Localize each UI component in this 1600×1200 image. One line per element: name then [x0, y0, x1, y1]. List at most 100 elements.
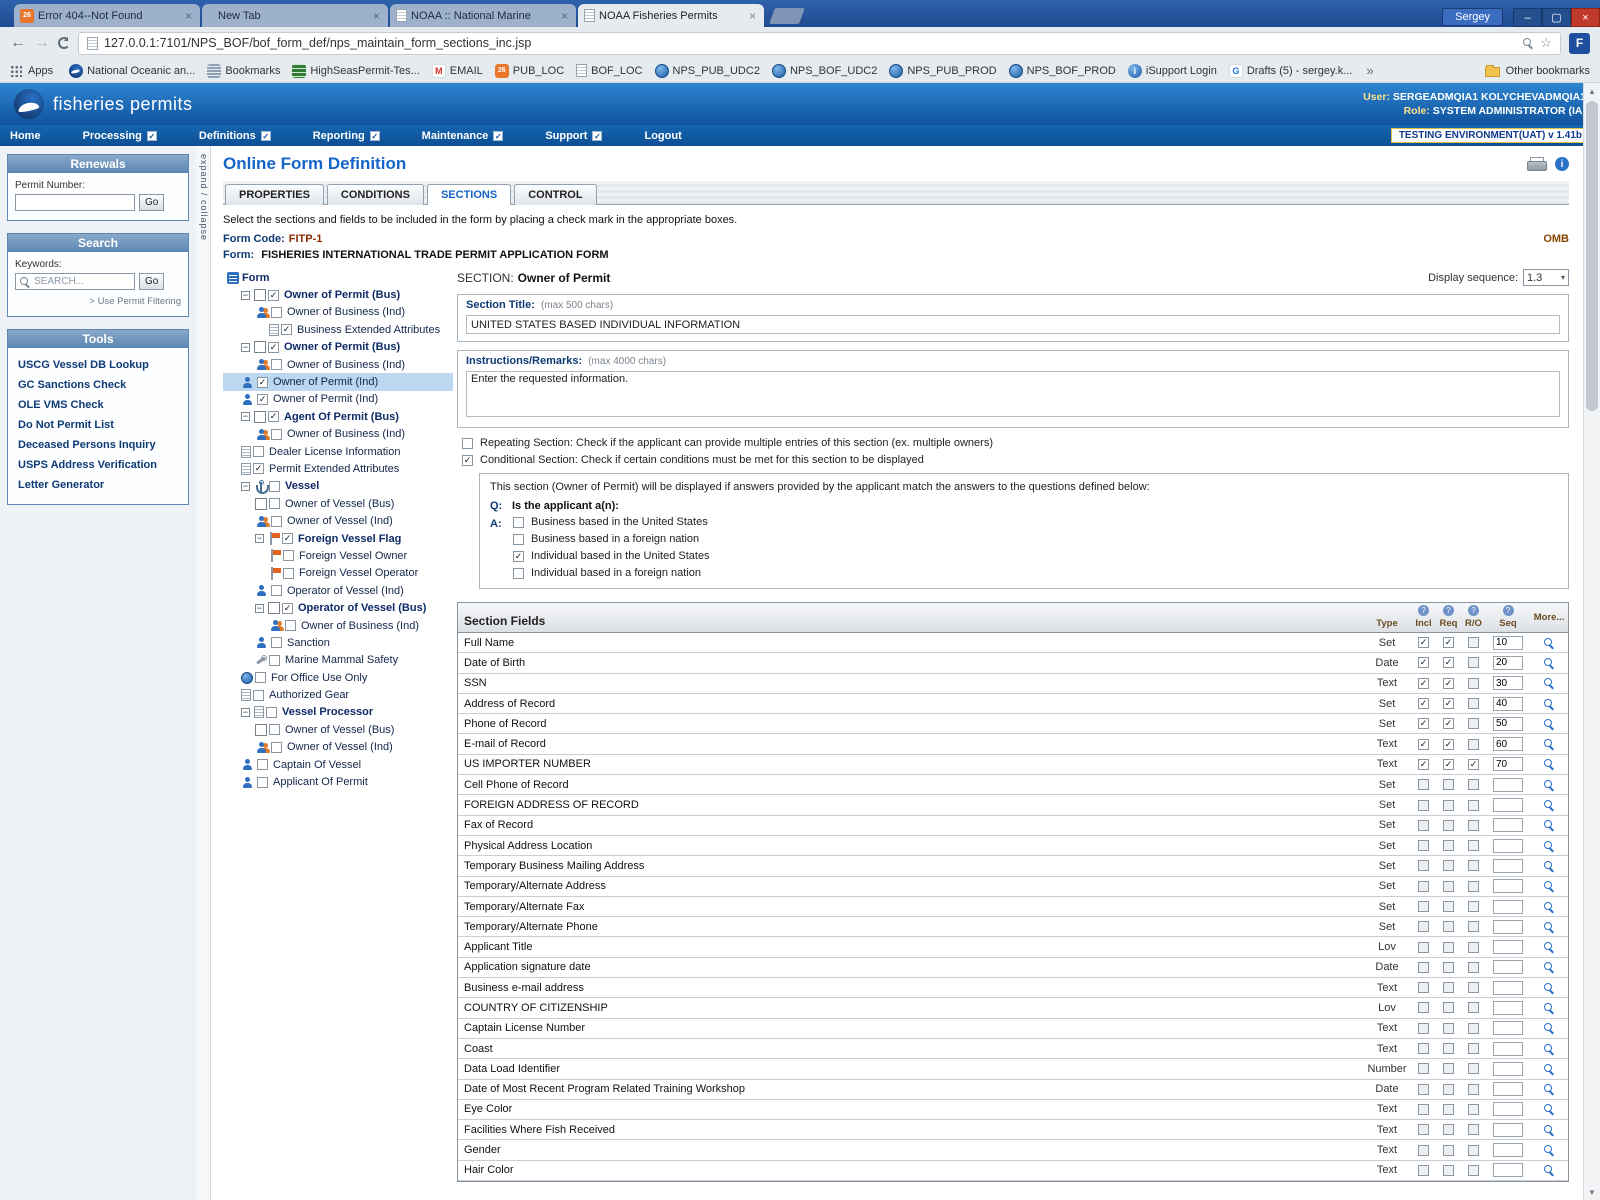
ro-checkbox[interactable] — [1468, 698, 1479, 709]
incl-checkbox[interactable] — [1418, 860, 1429, 871]
magnifier-icon[interactable] — [1543, 941, 1555, 953]
seq-input[interactable] — [1493, 981, 1523, 995]
display-sequence-select[interactable]: 1.3 ▾ — [1523, 269, 1569, 286]
req-checkbox[interactable] — [1443, 820, 1454, 831]
magnifier-icon[interactable] — [1543, 1124, 1555, 1136]
tree-checkbox[interactable] — [271, 429, 282, 440]
incl-checkbox[interactable]: ✓ — [1418, 637, 1429, 648]
req-checkbox[interactable]: ✓ — [1443, 678, 1454, 689]
tool-link[interactable]: Letter Generator — [15, 475, 181, 495]
ro-checkbox[interactable] — [1468, 1124, 1479, 1135]
tree-checkbox[interactable]: ✓ — [257, 394, 268, 405]
nav-checkbox[interactable]: ✓ — [147, 131, 157, 141]
search-go-button[interactable]: Go — [139, 273, 164, 290]
apps-label[interactable]: Apps — [28, 65, 53, 77]
ro-checkbox[interactable] — [1468, 982, 1479, 993]
seq-input[interactable] — [1493, 1123, 1523, 1137]
incl-checkbox[interactable] — [1418, 779, 1429, 790]
tool-link[interactable]: OLE VMS Check — [15, 395, 181, 415]
magnifier-icon[interactable] — [1543, 718, 1555, 730]
req-checkbox[interactable] — [1443, 1104, 1454, 1115]
ro-checkbox[interactable] — [1468, 942, 1479, 953]
nav-item-home[interactable]: Home — [10, 130, 41, 142]
magnifier-icon[interactable] — [1543, 1083, 1555, 1095]
incl-checkbox[interactable]: ✓ — [1418, 698, 1429, 709]
tab-close-icon[interactable]: × — [747, 10, 758, 22]
scrollbar-thumb[interactable] — [1586, 101, 1598, 411]
seq-input[interactable] — [1493, 900, 1523, 914]
req-checkbox[interactable] — [1443, 982, 1454, 993]
tree-checkbox[interactable]: ✓ — [268, 411, 279, 422]
tool-link[interactable]: GC Sanctions Check — [15, 375, 181, 395]
answer-checkbox[interactable]: ✓ — [513, 551, 524, 562]
seq-input[interactable] — [1493, 940, 1523, 954]
incl-checkbox[interactable]: ✓ — [1418, 657, 1429, 668]
scrollbar[interactable]: ▲ ▼ — [1583, 83, 1600, 1200]
tree-item[interactable]: Owner of Vessel (Ind) — [223, 739, 453, 756]
seq-input[interactable] — [1493, 1102, 1523, 1116]
magnifier-icon[interactable] — [1543, 1002, 1555, 1014]
incl-checkbox[interactable] — [1418, 1104, 1429, 1115]
nav-checkbox[interactable]: ✓ — [592, 131, 602, 141]
tree-item[interactable]: Owner of Business (Ind) — [223, 426, 453, 443]
tree-checkbox[interactable]: ✓ — [257, 377, 268, 388]
scroll-down-icon[interactable]: ▼ — [1584, 1184, 1600, 1200]
browser-profile-button[interactable]: Sergey — [1442, 8, 1503, 26]
ro-checkbox[interactable] — [1468, 820, 1479, 831]
tree-checkbox[interactable] — [257, 759, 268, 770]
incl-checkbox[interactable] — [1418, 1165, 1429, 1176]
browser-tab[interactable]: New Tab× — [202, 4, 388, 27]
tree-checkbox[interactable] — [271, 359, 282, 370]
ro-checkbox[interactable] — [1468, 1063, 1479, 1074]
incl-checkbox[interactable] — [1418, 800, 1429, 811]
tree-item[interactable]: −✓Agent Of Permit (Bus) — [223, 408, 453, 425]
tree-expander-icon[interactable]: − — [241, 343, 250, 352]
repeating-section-checkbox[interactable] — [462, 438, 473, 449]
tree-item[interactable]: −✓Owner of Permit (Bus) — [223, 286, 453, 303]
bookmark-item[interactable]: NPS_BOF_UDC2 — [772, 64, 877, 78]
info-icon[interactable]: i — [1555, 157, 1569, 171]
ro-checkbox[interactable] — [1468, 739, 1479, 750]
tree-expander-icon[interactable]: − — [241, 412, 250, 421]
answer-checkbox[interactable] — [513, 534, 524, 545]
ro-checkbox[interactable] — [1468, 800, 1479, 811]
refresh-icon[interactable] — [58, 37, 70, 49]
tree-expander-icon[interactable]: − — [241, 708, 250, 717]
seq-input[interactable] — [1493, 737, 1523, 751]
ro-checkbox[interactable] — [1468, 860, 1479, 871]
req-checkbox[interactable]: ✓ — [1443, 637, 1454, 648]
browser-tab[interactable]: 26Error 404--Not Found× — [14, 4, 200, 27]
other-bookmarks-label[interactable]: Other bookmarks — [1506, 65, 1590, 77]
nav-item-processing[interactable]: Processing✓ — [83, 130, 157, 142]
tree-item[interactable]: −✓Foreign Vessel Flag — [223, 530, 453, 547]
req-checkbox[interactable] — [1443, 1063, 1454, 1074]
ro-checkbox[interactable] — [1468, 901, 1479, 912]
ro-checkbox[interactable] — [1468, 637, 1479, 648]
tree-item[interactable]: Foreign Vessel Owner — [223, 547, 453, 564]
seq-input[interactable] — [1493, 656, 1523, 670]
apps-grid-icon[interactable] — [10, 65, 22, 77]
req-checkbox[interactable] — [1443, 860, 1454, 871]
ro-checkbox[interactable] — [1468, 678, 1479, 689]
bookmarks-overflow-icon[interactable]: » — [1366, 63, 1373, 78]
magnifier-icon[interactable] — [1543, 779, 1555, 791]
magnifier-icon[interactable] — [1543, 657, 1555, 669]
help-icon[interactable]: ? — [1468, 605, 1479, 616]
ro-checkbox[interactable] — [1468, 1023, 1479, 1034]
tree-checkbox[interactable]: ✓ — [268, 342, 279, 353]
minimize-icon[interactable]: – — [1513, 8, 1542, 27]
ro-checkbox[interactable] — [1468, 840, 1479, 851]
magnifier-icon[interactable] — [1543, 860, 1555, 872]
tree-item[interactable]: Marine Mammal Safety — [223, 652, 453, 669]
back-icon[interactable]: ← — [10, 35, 26, 51]
tree-checkbox[interactable] — [271, 742, 282, 753]
incl-checkbox[interactable] — [1418, 982, 1429, 993]
tab-close-icon[interactable]: × — [183, 10, 194, 22]
incl-checkbox[interactable] — [1418, 840, 1429, 851]
seq-input[interactable] — [1493, 920, 1523, 934]
browser-tab[interactable]: NOAA Fisheries Permits× — [578, 4, 764, 27]
tool-link[interactable]: USCG Vessel DB Lookup — [15, 355, 181, 375]
magnifier-icon[interactable] — [1543, 1164, 1555, 1176]
close-icon[interactable]: × — [1571, 8, 1600, 27]
instructions-textarea[interactable]: Enter the requested information. — [466, 371, 1560, 417]
